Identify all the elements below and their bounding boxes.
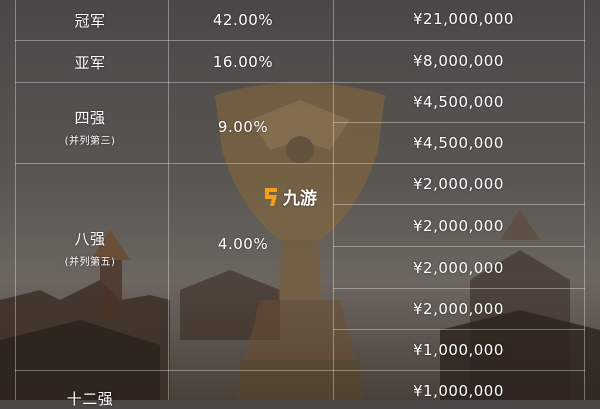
row-divider [15, 82, 585, 83]
rank-runner-up: 亚军 [74, 54, 106, 72]
rank-top4: 四强 [74, 109, 106, 127]
row-divider [15, 370, 585, 371]
row-divider [15, 40, 585, 41]
cell-divider [333, 246, 585, 247]
prize-top12-b: ¥1,000,000 [413, 382, 504, 400]
column-divider [333, 0, 334, 400]
rank-top4-note: (并列第三) [64, 136, 116, 147]
percent-champion: 42.00% [212, 11, 274, 29]
rank-champion: 冠军 [74, 12, 106, 30]
cell-divider [333, 288, 585, 289]
prize-top12-a: ¥1,000,000 [413, 341, 504, 359]
percent-runner-up: 16.00% [212, 53, 274, 71]
cell-divider [333, 329, 585, 330]
prize-top4-a: ¥4,500,000 [413, 93, 504, 111]
cell-divider [333, 122, 585, 123]
prize-top8-d: ¥2,000,000 [413, 300, 504, 318]
rank-top8-note: (并列第五) [64, 257, 116, 268]
column-divider [584, 0, 585, 400]
cell-divider [333, 204, 585, 205]
row-divider [15, 163, 585, 164]
percent-top8: 4.00% [217, 235, 269, 253]
prize-champion: ¥21,000,000 [413, 10, 514, 28]
prize-top8-a: ¥2,000,000 [413, 175, 504, 193]
prize-top4-b: ¥4,500,000 [413, 134, 504, 152]
rank-top8: 八强 [74, 230, 106, 248]
rank-top12: 十二强 [66, 390, 114, 408]
prize-table: 冠军 42.00% ¥21,000,000 亚军 16.00% ¥8,000,0… [0, 0, 600, 408]
percent-top4: 9.00% [217, 118, 269, 136]
prize-top8-c: ¥2,000,000 [413, 259, 504, 277]
prize-runner-up: ¥8,000,000 [413, 52, 504, 70]
prize-top8-b: ¥2,000,000 [413, 217, 504, 235]
